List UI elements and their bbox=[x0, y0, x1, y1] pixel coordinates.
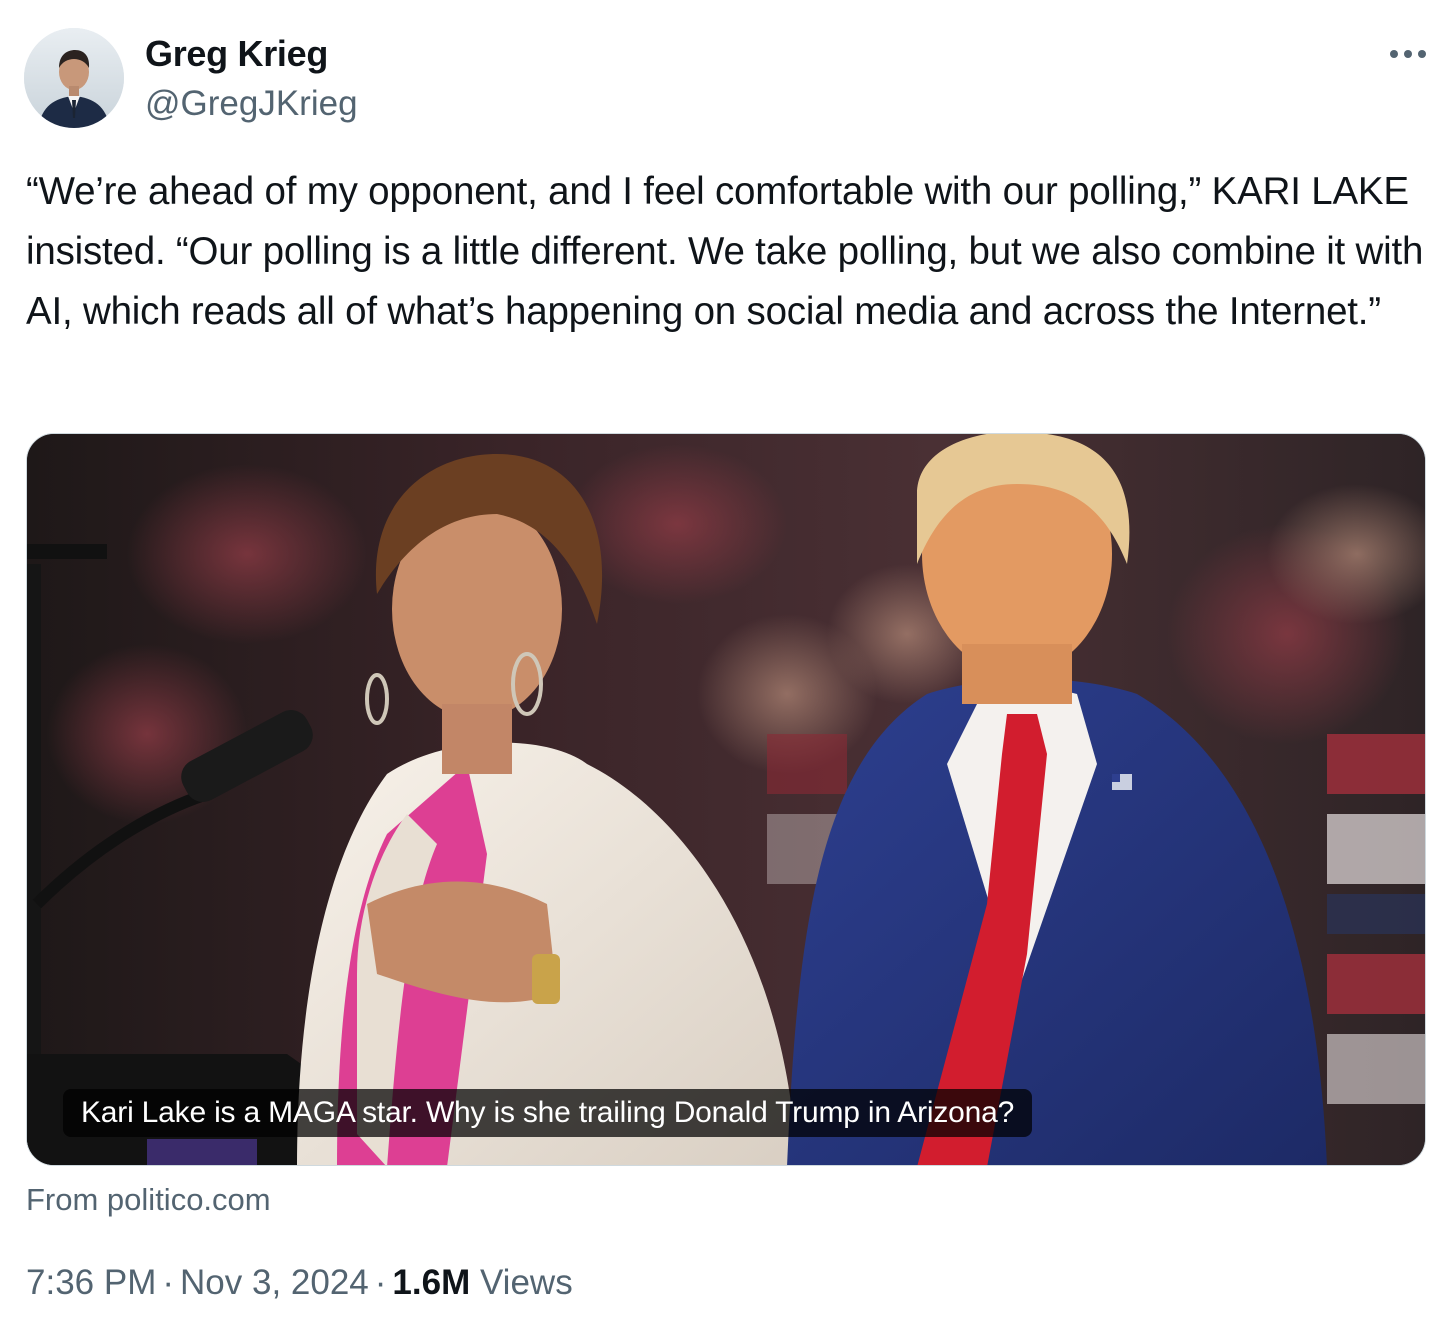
card-title[interactable]: Kari Lake is a MAGA star. Why is she tra… bbox=[63, 1089, 1033, 1137]
card-image bbox=[27, 434, 1425, 1165]
tweet-time[interactable]: 7:36 PM bbox=[26, 1263, 156, 1302]
tweet-text: “We’re ahead of my opponent, and I feel … bbox=[26, 170, 1424, 333]
tweet-date[interactable]: Nov 3, 2024 bbox=[180, 1263, 369, 1302]
card-source[interactable]: From politico.com bbox=[26, 1180, 271, 1220]
meta-separator: · bbox=[162, 1263, 175, 1302]
ellipsis-icon bbox=[1390, 50, 1426, 58]
link-card[interactable]: Kari Lake is a MAGA star. Why is she tra… bbox=[26, 433, 1426, 1166]
display-name[interactable]: Greg Krieg bbox=[145, 33, 328, 75]
user-handle[interactable]: @GregJKrieg bbox=[145, 83, 358, 125]
avatar[interactable] bbox=[24, 28, 124, 128]
views-count: 1.6M bbox=[392, 1263, 471, 1302]
views-label: Views bbox=[479, 1263, 573, 1302]
meta-separator: · bbox=[374, 1263, 387, 1302]
tweet: Greg Krieg @GregJKrieg “We’re ahead of m… bbox=[0, 0, 1456, 1327]
more-options-button[interactable] bbox=[1384, 36, 1432, 72]
profile-photo bbox=[24, 28, 124, 128]
tweet-meta: 7:36 PM · Nov 3, 2024 · 1.6M Views bbox=[26, 1261, 573, 1305]
